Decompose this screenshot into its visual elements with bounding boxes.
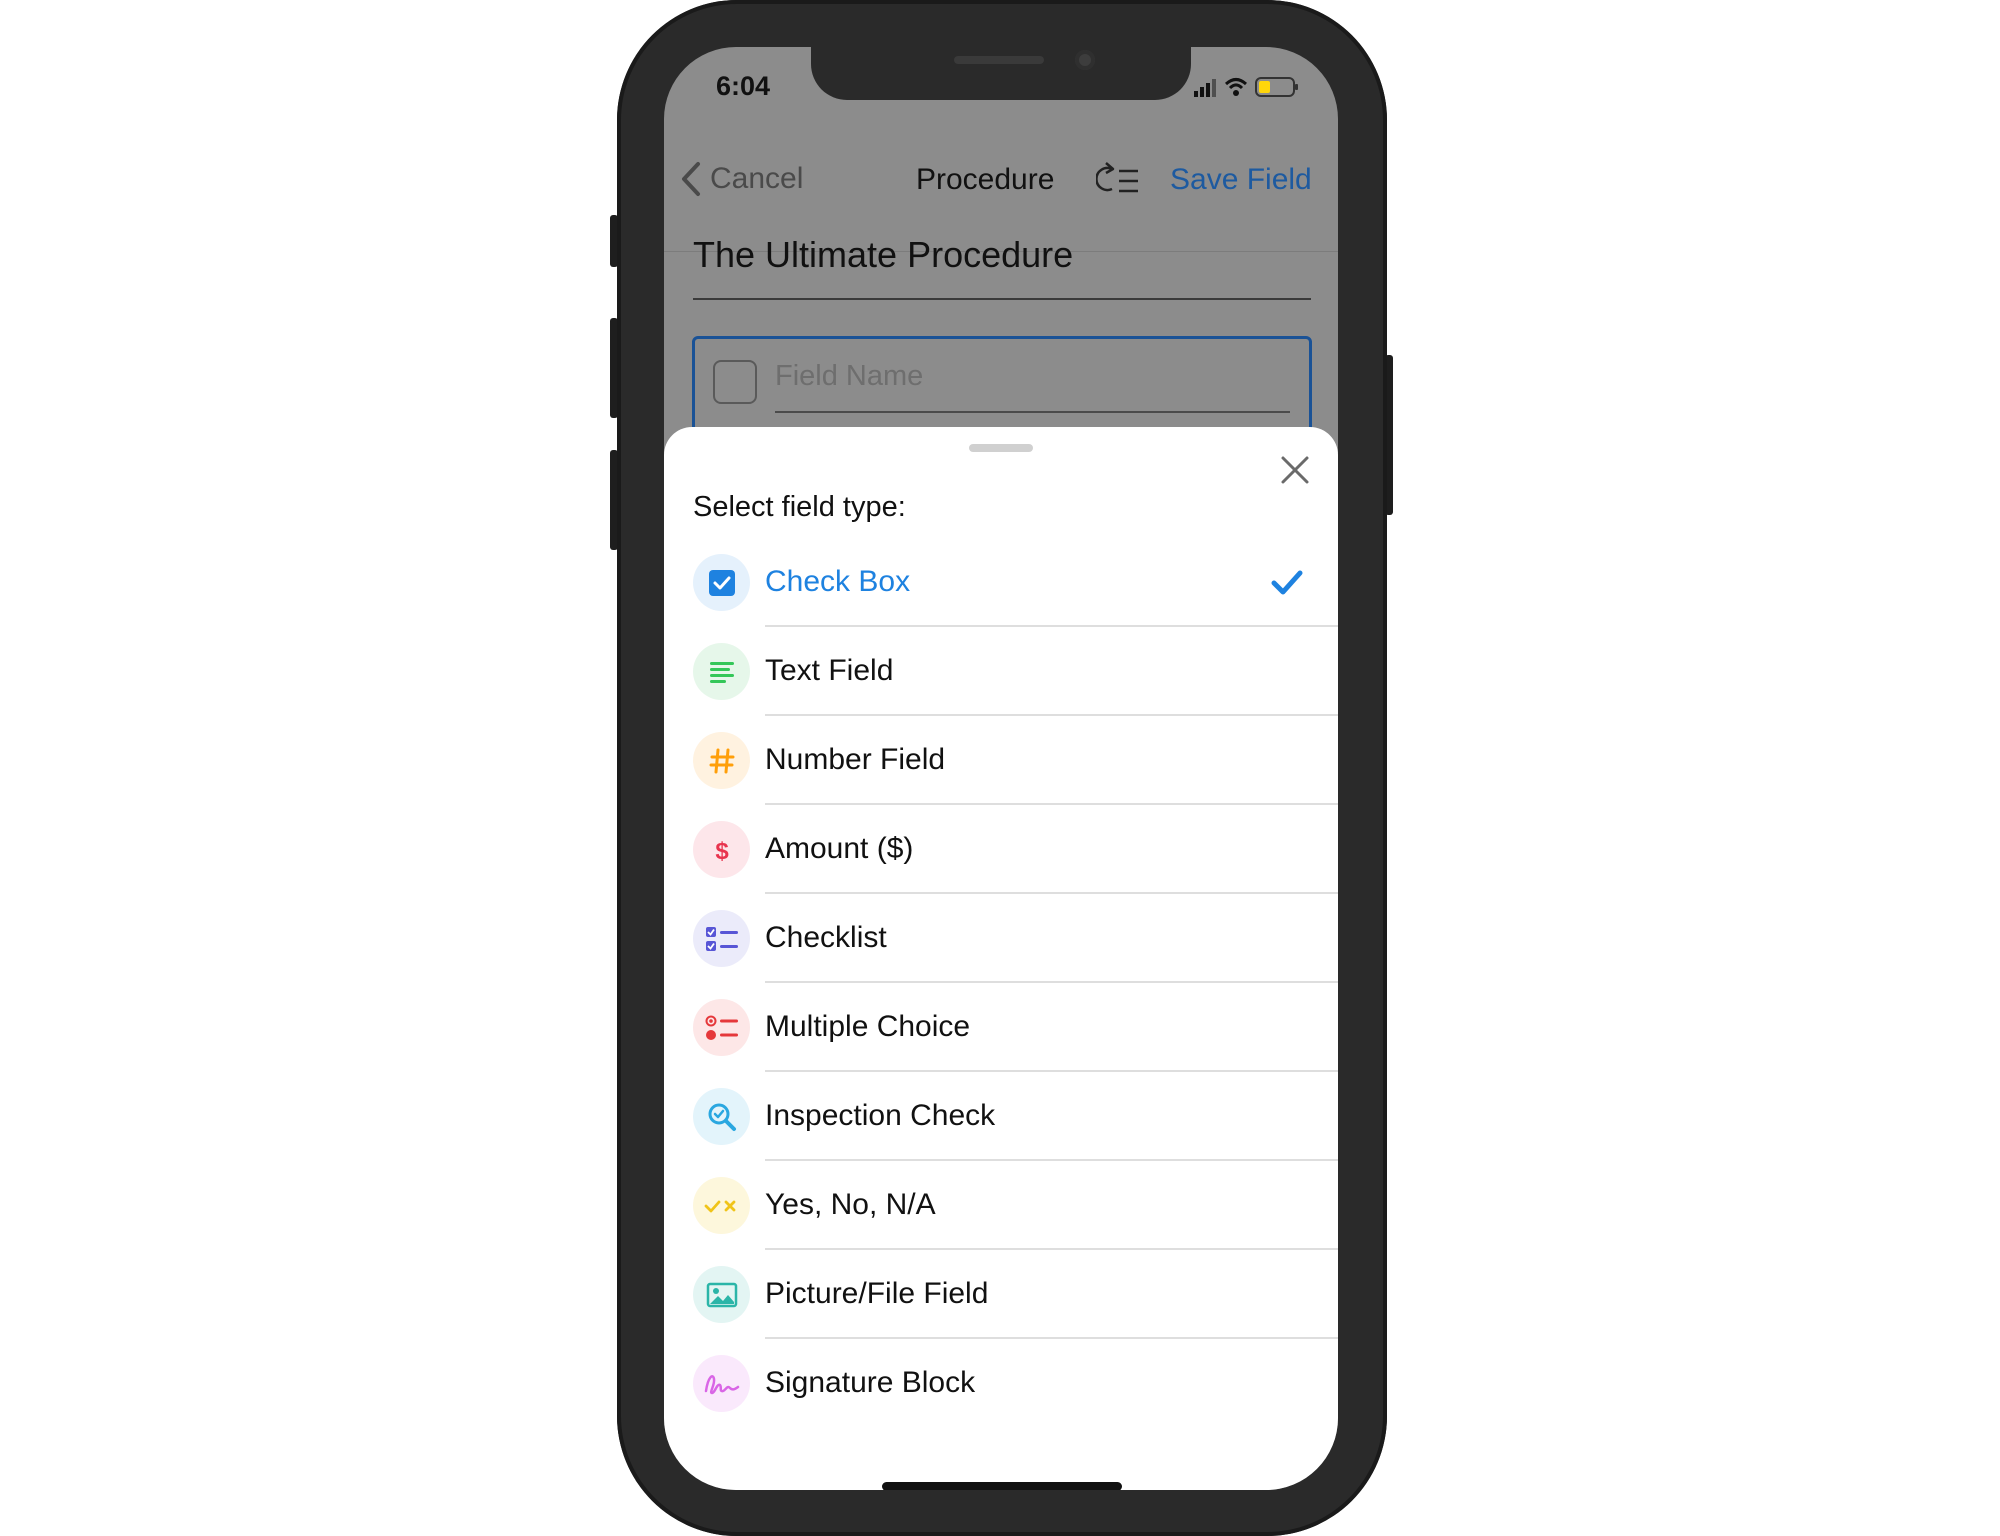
selected-checkmark-icon: [1271, 570, 1303, 595]
save-field-button[interactable]: Save Field: [1170, 163, 1312, 197]
field-name-input[interactable]: Field Name: [775, 360, 923, 393]
field-type-label: Check Box: [765, 565, 911, 598]
cancel-label: Cancel: [710, 162, 804, 195]
field-type-list: Check Box Text Field Number Field $ Amou…: [664, 538, 1338, 1428]
front-camera: [1075, 50, 1095, 70]
picture-icon: [693, 1266, 750, 1323]
field-type-label: Picture/File Field: [765, 1277, 989, 1310]
field-type-multiple-choice[interactable]: Multiple Choice: [664, 983, 1338, 1072]
field-type-inspection-check[interactable]: Inspection Check: [664, 1072, 1338, 1161]
hash-icon: [693, 732, 750, 789]
field-type-label: Amount ($): [765, 832, 914, 865]
cancel-button[interactable]: Cancel: [680, 161, 803, 197]
dollar-icon: $: [693, 821, 750, 878]
sheet-grabber[interactable]: [969, 444, 1033, 452]
yes-no-icon: [693, 1177, 750, 1234]
field-type-label: Checklist: [765, 921, 887, 954]
field-type-label: Inspection Check: [765, 1099, 996, 1132]
field-type-label: Number Field: [765, 743, 946, 776]
signal-wifi-battery-icons: [1194, 77, 1298, 97]
signature-icon: [693, 1355, 750, 1412]
sheet-title: Select field type:: [693, 491, 906, 523]
nav-title: Procedure: [916, 163, 1055, 196]
phone-screen: 6:04 Cancel Procedure Save Field The Ult…: [664, 47, 1338, 1490]
field-type-label: Yes, No, N/A: [765, 1188, 936, 1221]
status-time: 6:04: [716, 71, 771, 101]
reorder-button[interactable]: [1095, 159, 1142, 199]
close-button[interactable]: [1276, 451, 1314, 489]
svg-text:$: $: [715, 838, 729, 865]
multiple-choice-icon: [693, 999, 750, 1056]
field-checkbox[interactable]: [713, 360, 757, 404]
reorder-list-icon: [1095, 162, 1138, 193]
field-type-number-field[interactable]: Number Field: [664, 716, 1338, 805]
field-type-signature-block[interactable]: Signature Block: [664, 1339, 1338, 1428]
notch: [811, 47, 1191, 100]
field-type-text-field[interactable]: Text Field: [664, 627, 1338, 716]
checkbox-icon: [693, 554, 750, 611]
field-type-picture-file[interactable]: Picture/File Field: [664, 1250, 1338, 1339]
home-indicator[interactable]: [882, 1482, 1122, 1490]
speaker-grille: [954, 56, 1044, 64]
text-lines-icon: [693, 643, 750, 700]
field-type-label: Signature Block: [765, 1366, 976, 1399]
field-type-checklist[interactable]: Checklist: [664, 894, 1338, 983]
field-type-label: Multiple Choice: [765, 1010, 971, 1043]
field-type-sheet: Select field type: Check Box Text Field …: [664, 427, 1338, 1490]
status-icons: [1194, 75, 1314, 99]
field-type-yes-no-na[interactable]: Yes, No, N/A: [664, 1161, 1338, 1250]
field-type-check-box[interactable]: Check Box: [664, 538, 1338, 627]
procedure-title[interactable]: The Ultimate Procedure: [693, 234, 1073, 276]
field-type-label: Text Field: [765, 654, 894, 687]
magnifier-icon: [693, 1088, 750, 1145]
procedure-title-underline: [693, 298, 1311, 300]
checklist-icon: [693, 910, 750, 967]
chevron-left-icon: [682, 162, 700, 196]
field-name-underline: [775, 411, 1290, 413]
close-icon: [1281, 456, 1309, 484]
field-type-amount[interactable]: $ Amount ($): [664, 805, 1338, 894]
